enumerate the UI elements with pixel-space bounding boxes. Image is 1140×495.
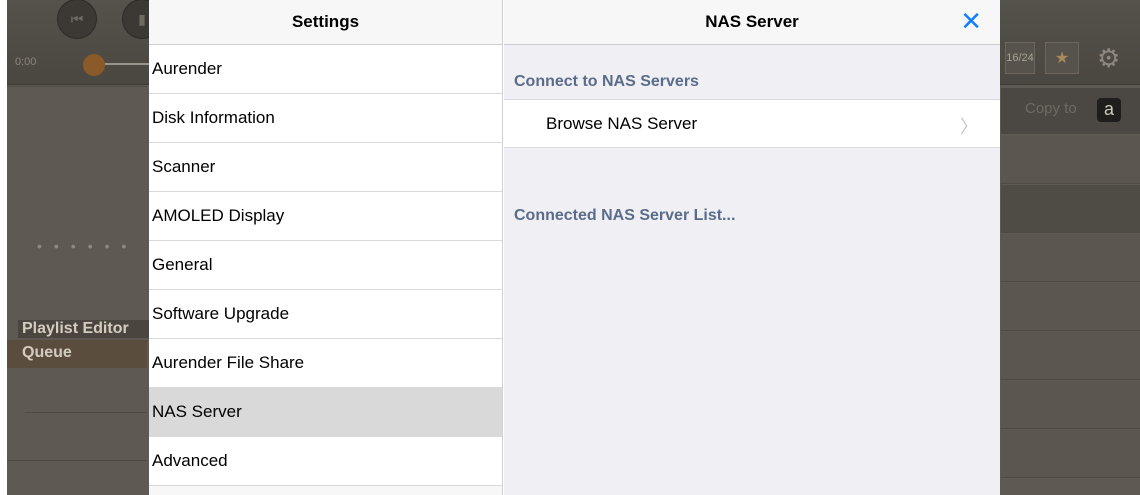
list-item[interactable] [1001,381,1140,429]
settings-menu: Aurender Disk Information Scanner AMOLED… [149,45,502,486]
previous-track-button[interactable]: ⏮ [57,0,97,39]
list-item[interactable] [1001,234,1140,282]
settings-item-label: General [152,255,213,274]
section-header-connect: Connect to NAS Servers [514,73,699,90]
list-item[interactable] [1001,430,1140,478]
settings-item-aurender[interactable]: Aurender [149,45,502,94]
settings-item-label: Software Upgrade [152,304,290,323]
settings-item-disk-information[interactable]: Disk Information [149,94,502,143]
close-icon[interactable]: ✕ [960,6,982,36]
list-item[interactable] [1001,332,1140,380]
settings-item-label: Advanced [152,451,228,470]
settings-item-label: Aurender File Share [152,353,305,372]
settings-item-label: NAS Server [152,402,242,421]
detail-title: NAS Server [705,12,799,31]
copy-to-bar: Copy to a [1001,88,1140,134]
section-header-connected-list: Connected NAS Server List... [514,207,736,224]
queue-label[interactable]: Queue [18,344,158,362]
list-item[interactable] [1001,136,1140,184]
divider [7,86,147,87]
settings-item-advanced[interactable]: Advanced [149,437,502,486]
elapsed-time: 0:00 [15,56,37,68]
settings-title: Settings [149,0,502,45]
settings-item-aurender-file-share[interactable]: Aurender File Share [149,339,502,388]
settings-item-label: AMOLED Display [152,206,285,225]
page-dots: •••••• [37,238,139,254]
settings-item-scanner[interactable]: Scanner [149,143,502,192]
detail-nav-bar: NAS Server [504,0,1000,45]
settings-item-amoled-display[interactable]: AMOLED Display [149,192,502,241]
settings-item-label: Disk Information [152,108,275,127]
chevron-right-icon: 〉 [960,117,978,137]
divider [7,460,147,461]
amazon-icon[interactable]: a [1097,98,1121,122]
browse-nas-server-row[interactable]: Browse NAS Server 〉 [504,99,1000,148]
gear-icon[interactable]: ⚙ [1097,44,1120,72]
settings-item-nas-server[interactable]: NAS Server [149,388,502,437]
star-button[interactable]: ★ [1045,42,1079,74]
list-item[interactable] [1001,185,1140,233]
nas-server-detail-pane: NAS Server ✕ Connect to NAS Servers Brow… [504,0,1000,495]
settings-master-pane: Settings Aurender Disk Information Scann… [149,0,503,495]
divider [25,412,147,413]
settings-modal: Settings Aurender Disk Information Scann… [149,0,1000,495]
settings-item-general[interactable]: General [149,241,502,290]
playlist-editor-label[interactable]: Playlist Editor [18,320,158,338]
browse-nas-server-label: Browse NAS Server [546,113,698,133]
copy-to-label[interactable]: Copy to [1025,100,1077,117]
list-item[interactable] [1001,283,1140,331]
settings-item-label: Aurender [152,59,222,78]
settings-item-software-upgrade[interactable]: Software Upgrade [149,290,502,339]
track-counter: 16/24 [1005,42,1035,74]
settings-item-label: Scanner [152,157,216,176]
progress-track[interactable] [97,63,157,65]
progress-knob[interactable] [83,54,105,76]
